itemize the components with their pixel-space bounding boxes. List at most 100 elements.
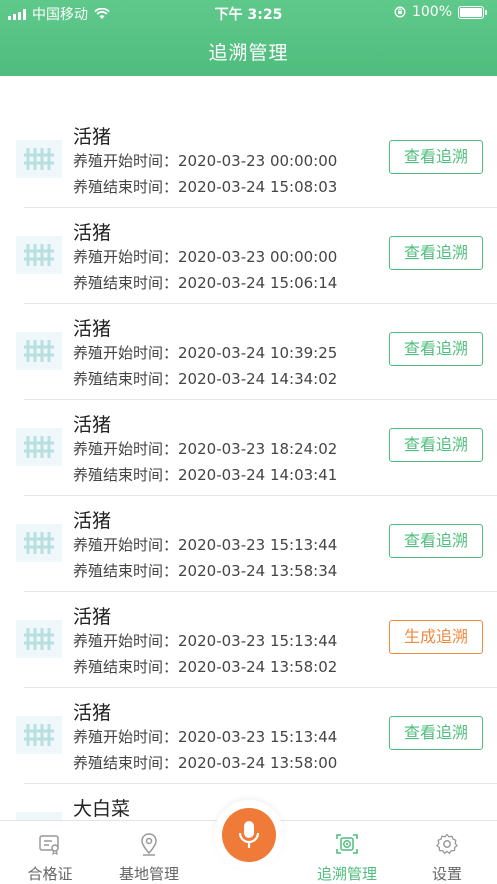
end-time: 养殖结束时间：2020-03-24 15:06:14 xyxy=(73,272,337,293)
end-time: 养殖结束时间：2020-03-24 14:03:41 xyxy=(73,464,337,485)
trace-record-row: 活猪 养殖开始时间：2020-03-23 15:13:44 养殖结束时间：2020-… xyxy=(0,688,497,784)
certificate-icon xyxy=(39,835,59,856)
battery-icon xyxy=(458,5,487,19)
view-trace-button[interactable]: 查看追溯 xyxy=(389,524,483,558)
start-time-label: 养殖开始时间： xyxy=(73,248,179,266)
location-pin-icon xyxy=(141,833,157,856)
view-trace-button[interactable]: 查看追溯 xyxy=(389,140,483,174)
end-time-label: 养殖结束时间： xyxy=(73,658,179,676)
start-time-value: 2020-03-23 00:00:00 xyxy=(178,152,338,170)
trace-record-row: 活猪 养殖开始时间：2020-03-23 15:13:44 养殖结束时间：2020-… xyxy=(0,592,497,688)
product-thumbnail xyxy=(16,620,62,658)
start-time-value: 2020-03-23 00:00:00 xyxy=(178,248,338,266)
fence-icon xyxy=(24,724,54,746)
start-time-value: 2020-03-23 18:24:02 xyxy=(178,440,338,458)
tab-base-management[interactable]: 基地管理 xyxy=(99,821,199,884)
end-time-value: 2020-03-24 13:58:34 xyxy=(178,562,338,580)
tab-label: 合格证 xyxy=(27,865,73,883)
fence-icon xyxy=(24,148,54,170)
fence-icon xyxy=(24,244,54,266)
product-thumbnail xyxy=(16,428,62,466)
tab-trace-management[interactable]: 追溯管理 xyxy=(297,821,397,884)
battery-percent: 100% xyxy=(411,4,452,20)
fence-icon xyxy=(24,340,54,362)
product-thumbnail xyxy=(16,716,62,754)
end-time: 养殖结束时间：2020-03-24 14:34:02 xyxy=(73,368,337,389)
start-time: 养殖开始时间：2020-03-23 18:24:02 xyxy=(73,438,337,459)
trace-scan-icon xyxy=(336,834,358,854)
end-time-value: 2020-03-24 14:34:02 xyxy=(178,370,338,388)
product-name: 活猪 xyxy=(73,510,112,532)
end-time: 养殖结束时间：2020-03-24 13:58:34 xyxy=(73,560,337,581)
end-time-label: 养殖结束时间： xyxy=(73,754,179,772)
tab-label: 基地管理 xyxy=(118,865,179,883)
start-time-value: 2020-03-23 15:13:44 xyxy=(178,728,338,746)
product-name: 大白菜 xyxy=(73,798,131,820)
end-time-label: 养殖结束时间： xyxy=(73,274,179,292)
view-trace-button[interactable]: 查看追溯 xyxy=(389,716,483,750)
product-thumbnail xyxy=(16,332,62,370)
microphone-icon xyxy=(238,821,260,848)
start-time: 养殖开始时间：2020-03-24 10:39:25 xyxy=(73,342,337,363)
gear-icon xyxy=(436,833,458,855)
start-time-value: 2020-03-23 15:13:44 xyxy=(178,632,338,650)
tab-certificate[interactable]: 合格证 xyxy=(0,821,100,884)
trace-record-row: 活猪 养殖开始时间：2020-03-23 00:00:00 养殖结束时间：2020-… xyxy=(0,112,497,208)
trace-list[interactable]: 活猪 养殖开始时间：2020-03-23 00:00:00 养殖结束时间：2020-… xyxy=(0,112,497,820)
end-time-value: 2020-03-24 13:58:02 xyxy=(178,658,338,676)
start-time-label: 养殖开始时间： xyxy=(73,440,179,458)
end-time: 养殖结束时间：2020-03-24 13:58:02 xyxy=(73,656,337,677)
view-trace-button[interactable]: 查看追溯 xyxy=(389,236,483,270)
product-name: 活猪 xyxy=(73,606,112,628)
end-time-value: 2020-03-24 15:06:14 xyxy=(178,274,338,292)
end-time-value: 2020-03-24 14:03:41 xyxy=(178,466,338,484)
start-time-label: 养殖开始时间： xyxy=(73,536,179,554)
start-time-label: 养殖开始时间： xyxy=(73,632,179,650)
product-thumbnail xyxy=(16,236,62,274)
product-name: 活猪 xyxy=(73,702,112,724)
product-thumbnail xyxy=(16,812,62,820)
view-trace-button[interactable]: 查看追溯 xyxy=(389,428,483,462)
app-header: 中国移动 下午 3:25 100% 追溯管理 xyxy=(0,0,497,76)
orientation-lock-icon xyxy=(394,6,406,18)
end-time-label: 养殖结束时间： xyxy=(73,178,179,196)
fence-icon xyxy=(24,436,54,458)
start-time: 养殖开始时间：2020-03-23 15:13:44 xyxy=(73,630,337,651)
start-time-label: 养殖开始时间： xyxy=(73,728,179,746)
tab-label: 设置 xyxy=(431,865,462,883)
start-time-label: 养殖开始时间： xyxy=(73,344,179,362)
tab-settings[interactable]: 设置 xyxy=(397,821,497,884)
generate-trace-button[interactable]: 生成追溯 xyxy=(389,620,483,654)
trace-record-row: 活猪 养殖开始时间：2020-03-23 15:13:44 养殖结束时间：2020-… xyxy=(0,496,497,592)
page-title: 追溯管理 xyxy=(208,42,289,64)
start-time-label: 养殖开始时间： xyxy=(73,152,179,170)
start-time-value: 2020-03-24 10:39:25 xyxy=(178,344,338,362)
end-time-label: 养殖结束时间： xyxy=(73,466,179,484)
fence-icon xyxy=(24,628,54,650)
start-time: 养殖开始时间：2020-03-23 15:13:44 xyxy=(73,726,337,747)
start-time: 养殖开始时间：2020-03-23 00:00:00 xyxy=(73,150,337,171)
start-time-value: 2020-03-23 15:13:44 xyxy=(178,536,338,554)
product-thumbnail xyxy=(16,524,62,562)
end-time: 养殖结束时间：2020-03-24 13:58:00 xyxy=(73,752,337,773)
view-trace-button[interactable]: 查看追溯 xyxy=(389,332,483,366)
trace-record-row: 活猪 养殖开始时间：2020-03-23 00:00:00 养殖结束时间：2020-… xyxy=(0,208,497,304)
end-time-label: 养殖结束时间： xyxy=(73,562,179,580)
voice-input-button[interactable] xyxy=(222,808,276,862)
product-thumbnail xyxy=(16,140,62,178)
end-time-value: 2020-03-24 13:58:00 xyxy=(178,754,338,772)
end-time: 养殖结束时间：2020-03-24 15:08:03 xyxy=(73,176,337,197)
start-time: 养殖开始时间：2020-03-23 15:13:44 xyxy=(73,534,337,555)
tab-label: 追溯管理 xyxy=(316,865,377,883)
trace-record-row: 活猪 养殖开始时间：2020-03-23 18:24:02 养殖结束时间：2020-… xyxy=(0,400,497,496)
end-time-label: 养殖结束时间： xyxy=(73,370,179,388)
product-name: 活猪 xyxy=(73,126,112,148)
status-bar: 中国移动 下午 3:25 100% xyxy=(0,0,497,26)
start-time: 养殖开始时间：2020-03-23 00:00:00 xyxy=(73,246,337,267)
end-time-value: 2020-03-24 15:08:03 xyxy=(178,178,338,196)
fence-icon xyxy=(24,532,54,554)
trace-record-row: 活猪 养殖开始时间：2020-03-24 10:39:25 养殖结束时间：2020-… xyxy=(0,304,497,400)
product-name: 活猪 xyxy=(73,318,112,340)
product-name: 活猪 xyxy=(73,414,112,436)
product-name: 活猪 xyxy=(73,222,112,244)
